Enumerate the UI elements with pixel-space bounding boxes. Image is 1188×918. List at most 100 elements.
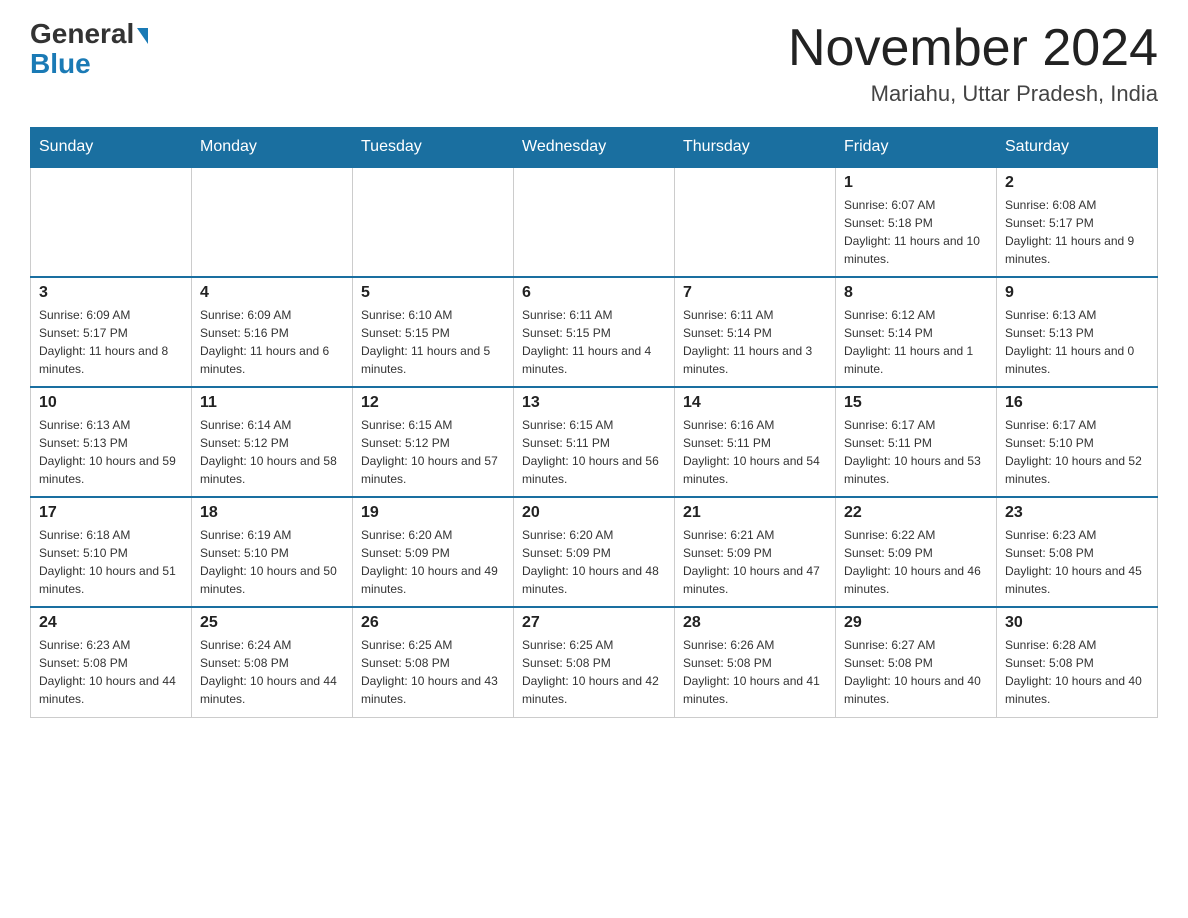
day-number: 29 bbox=[844, 614, 988, 632]
calendar-cell-1-4: 7 Sunrise: 6:11 AMSunset: 5:14 PMDaylight… bbox=[675, 277, 836, 387]
weekday-header-row: Sunday Monday Tuesday Wednesday Thursday… bbox=[31, 128, 1158, 168]
day-info: Sunrise: 6:11 AMSunset: 5:15 PMDaylight:… bbox=[522, 306, 666, 378]
day-info: Sunrise: 6:25 AMSunset: 5:08 PMDaylight:… bbox=[361, 636, 505, 708]
day-info: Sunrise: 6:28 AMSunset: 5:08 PMDaylight:… bbox=[1005, 636, 1149, 708]
calendar-cell-0-1 bbox=[192, 167, 353, 277]
calendar-cell-3-0: 17 Sunrise: 6:18 AMSunset: 5:10 PMDayligh… bbox=[31, 497, 192, 607]
calendar-table: Sunday Monday Tuesday Wednesday Thursday… bbox=[30, 127, 1158, 718]
day-info: Sunrise: 6:20 AMSunset: 5:09 PMDaylight:… bbox=[522, 526, 666, 598]
calendar-cell-3-6: 23Sunrise: 6:23 AMSunset: 5:08 PMDayligh… bbox=[997, 497, 1158, 607]
day-info: Sunrise: 6:18 AMSunset: 5:10 PMDaylight:… bbox=[39, 526, 183, 598]
day-number: 30 bbox=[1005, 614, 1149, 632]
day-number: 11 bbox=[200, 394, 344, 412]
day-info: Sunrise: 6:23 AMSunset: 5:08 PMDaylight:… bbox=[1005, 526, 1149, 598]
calendar-cell-3-4: 21 Sunrise: 6:21 AMSunset: 5:09 PMDayligh… bbox=[675, 497, 836, 607]
calendar-cell-2-1: 11 Sunrise: 6:14 AMSunset: 5:12 PMDayligh… bbox=[192, 387, 353, 497]
day-info: Sunrise: 6:25 AMSunset: 5:08 PMDaylight:… bbox=[522, 636, 666, 708]
calendar-cell-3-2: 19 Sunrise: 6:20 AMSunset: 5:09 PMDayligh… bbox=[353, 497, 514, 607]
day-info: Sunrise: 6:26 AMSunset: 5:08 PMDaylight:… bbox=[683, 636, 827, 708]
calendar-cell-2-3: 13Sunrise: 6:15 AMSunset: 5:11 PMDayligh… bbox=[514, 387, 675, 497]
calendar-cell-4-4: 28 Sunrise: 6:26 AMSunset: 5:08 PMDayligh… bbox=[675, 607, 836, 717]
calendar-cell-2-4: 14Sunrise: 6:16 AMSunset: 5:11 PMDayligh… bbox=[675, 387, 836, 497]
calendar-cell-2-0: 10 Sunrise: 6:13 AMSunset: 5:13 PMDayligh… bbox=[31, 387, 192, 497]
header-tuesday: Tuesday bbox=[353, 128, 514, 168]
day-number: 19 bbox=[361, 504, 505, 522]
calendar-cell-1-2: 5 Sunrise: 6:10 AMSunset: 5:15 PMDaylight… bbox=[353, 277, 514, 387]
day-number: 4 bbox=[200, 284, 344, 302]
logo: General Blue bbox=[30, 20, 148, 80]
day-info: Sunrise: 6:20 AMSunset: 5:09 PMDaylight:… bbox=[361, 526, 505, 598]
week-row-2: 10 Sunrise: 6:13 AMSunset: 5:13 PMDayligh… bbox=[31, 387, 1158, 497]
day-number: 7 bbox=[683, 284, 827, 302]
day-number: 22 bbox=[844, 504, 988, 522]
logo-text: General bbox=[30, 20, 148, 48]
calendar-cell-1-6: 9 Sunrise: 6:13 AMSunset: 5:13 PMDaylight… bbox=[997, 277, 1158, 387]
day-info: Sunrise: 6:19 AMSunset: 5:10 PMDaylight:… bbox=[200, 526, 344, 598]
calendar-cell-1-3: 6 Sunrise: 6:11 AMSunset: 5:15 PMDaylight… bbox=[514, 277, 675, 387]
calendar-cell-1-0: 3Sunrise: 6:09 AMSunset: 5:17 PMDaylight… bbox=[31, 277, 192, 387]
day-info: Sunrise: 6:24 AMSunset: 5:08 PMDaylight:… bbox=[200, 636, 344, 708]
day-number: 5 bbox=[361, 284, 505, 302]
day-number: 20 bbox=[522, 504, 666, 522]
day-number: 14 bbox=[683, 394, 827, 412]
day-info: Sunrise: 6:10 AMSunset: 5:15 PMDaylight:… bbox=[361, 306, 505, 378]
day-number: 17 bbox=[39, 504, 183, 522]
page-header: General Blue November 2024 Mariahu, Utta… bbox=[30, 20, 1158, 107]
title-section: November 2024 Mariahu, Uttar Pradesh, In… bbox=[788, 20, 1158, 107]
calendar-cell-0-6: 2 Sunrise: 6:08 AMSunset: 5:17 PMDaylight… bbox=[997, 167, 1158, 277]
calendar-cell-2-6: 16Sunrise: 6:17 AMSunset: 5:10 PMDayligh… bbox=[997, 387, 1158, 497]
day-number: 2 bbox=[1005, 174, 1149, 192]
day-number: 21 bbox=[683, 504, 827, 522]
calendar-cell-0-0 bbox=[31, 167, 192, 277]
day-number: 25 bbox=[200, 614, 344, 632]
location: Mariahu, Uttar Pradesh, India bbox=[788, 81, 1158, 107]
day-info: Sunrise: 6:12 AMSunset: 5:14 PMDaylight:… bbox=[844, 306, 988, 378]
calendar-cell-4-2: 26 Sunrise: 6:25 AMSunset: 5:08 PMDayligh… bbox=[353, 607, 514, 717]
month-title: November 2024 bbox=[788, 20, 1158, 77]
day-number: 27 bbox=[522, 614, 666, 632]
week-row-4: 24 Sunrise: 6:23 AMSunset: 5:08 PMDayligh… bbox=[31, 607, 1158, 717]
calendar-cell-0-2 bbox=[353, 167, 514, 277]
day-number: 18 bbox=[200, 504, 344, 522]
day-info: Sunrise: 6:21 AMSunset: 5:09 PMDaylight:… bbox=[683, 526, 827, 598]
day-number: 12 bbox=[361, 394, 505, 412]
day-info: Sunrise: 6:23 AMSunset: 5:08 PMDaylight:… bbox=[39, 636, 183, 708]
day-number: 8 bbox=[844, 284, 988, 302]
day-number: 1 bbox=[844, 174, 988, 192]
calendar-cell-1-5: 8 Sunrise: 6:12 AMSunset: 5:14 PMDaylight… bbox=[836, 277, 997, 387]
header-sunday: Sunday bbox=[31, 128, 192, 168]
day-number: 10 bbox=[39, 394, 183, 412]
week-row-3: 17 Sunrise: 6:18 AMSunset: 5:10 PMDayligh… bbox=[31, 497, 1158, 607]
day-info: Sunrise: 6:09 AMSunset: 5:16 PMDaylight:… bbox=[200, 306, 344, 378]
header-wednesday: Wednesday bbox=[514, 128, 675, 168]
day-info: Sunrise: 6:11 AMSunset: 5:14 PMDaylight:… bbox=[683, 306, 827, 378]
day-number: 24 bbox=[39, 614, 183, 632]
day-number: 6 bbox=[522, 284, 666, 302]
calendar-cell-2-2: 12 Sunrise: 6:15 AMSunset: 5:12 PMDayligh… bbox=[353, 387, 514, 497]
header-saturday: Saturday bbox=[997, 128, 1158, 168]
day-number: 26 bbox=[361, 614, 505, 632]
logo-blue: Blue bbox=[30, 48, 91, 80]
day-number: 3 bbox=[39, 284, 183, 302]
day-info: Sunrise: 6:15 AMSunset: 5:11 PMDaylight:… bbox=[522, 416, 666, 488]
day-info: Sunrise: 6:15 AMSunset: 5:12 PMDaylight:… bbox=[361, 416, 505, 488]
header-thursday: Thursday bbox=[675, 128, 836, 168]
calendar-cell-1-1: 4 Sunrise: 6:09 AMSunset: 5:16 PMDaylight… bbox=[192, 277, 353, 387]
calendar-cell-4-1: 25 Sunrise: 6:24 AMSunset: 5:08 PMDayligh… bbox=[192, 607, 353, 717]
day-info: Sunrise: 6:14 AMSunset: 5:12 PMDaylight:… bbox=[200, 416, 344, 488]
day-info: Sunrise: 6:17 AMSunset: 5:11 PMDaylight:… bbox=[844, 416, 988, 488]
day-number: 28 bbox=[683, 614, 827, 632]
calendar-cell-3-1: 18 Sunrise: 6:19 AMSunset: 5:10 PMDayligh… bbox=[192, 497, 353, 607]
calendar-cell-3-5: 22Sunrise: 6:22 AMSunset: 5:09 PMDayligh… bbox=[836, 497, 997, 607]
day-info: Sunrise: 6:07 AMSunset: 5:18 PMDaylight:… bbox=[844, 196, 988, 268]
day-info: Sunrise: 6:13 AMSunset: 5:13 PMDaylight:… bbox=[1005, 306, 1149, 378]
day-info: Sunrise: 6:08 AMSunset: 5:17 PMDaylight:… bbox=[1005, 196, 1149, 268]
day-number: 16 bbox=[1005, 394, 1149, 412]
calendar-cell-2-5: 15Sunrise: 6:17 AMSunset: 5:11 PMDayligh… bbox=[836, 387, 997, 497]
calendar-cell-4-6: 30 Sunrise: 6:28 AMSunset: 5:08 PMDayligh… bbox=[997, 607, 1158, 717]
day-number: 9 bbox=[1005, 284, 1149, 302]
calendar-cell-0-5: 1 Sunrise: 6:07 AMSunset: 5:18 PMDaylight… bbox=[836, 167, 997, 277]
day-info: Sunrise: 6:13 AMSunset: 5:13 PMDaylight:… bbox=[39, 416, 183, 488]
header-friday: Friday bbox=[836, 128, 997, 168]
calendar-cell-3-3: 20 Sunrise: 6:20 AMSunset: 5:09 PMDayligh… bbox=[514, 497, 675, 607]
